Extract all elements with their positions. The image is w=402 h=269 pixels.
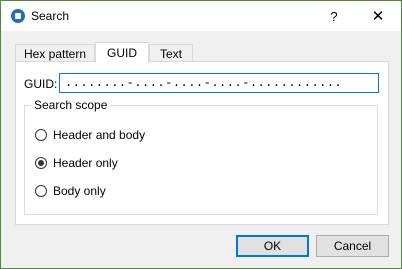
radio-label: Body only [53, 184, 106, 198]
tab-text[interactable]: Text [149, 44, 193, 62]
search-scope-title: Search scope [31, 98, 111, 112]
app-icon [11, 9, 25, 23]
radio-button[interactable] [35, 185, 47, 197]
close-button[interactable]: ✕ [355, 1, 401, 31]
tab-hex-pattern[interactable]: Hex pattern [15, 44, 95, 62]
radio-label: Header and body [53, 128, 146, 142]
help-button[interactable]: ? [311, 1, 357, 31]
guid-input[interactable]: ........-....-....-....-............ [59, 73, 379, 93]
guid-panel: GUID: ........-....-....-....-..........… [15, 61, 389, 225]
radio-button[interactable] [35, 157, 47, 169]
radio-label: Header only [53, 156, 118, 170]
search-dialog: Search ? ✕ Hex pattern GUID Text GUID: .… [0, 0, 402, 269]
radio-header-only[interactable]: Header only [35, 156, 118, 170]
radio-header-and-body[interactable]: Header and body [35, 128, 145, 142]
tab-guid[interactable]: GUID [95, 42, 149, 63]
radio-body-only[interactable]: Body only [35, 184, 106, 198]
title-bar: Search ? ✕ [1, 1, 401, 31]
radio-button[interactable] [35, 129, 47, 141]
cancel-button[interactable]: Cancel [316, 235, 389, 257]
search-scope-group: Search scope Header and body Header only… [24, 98, 378, 215]
ok-button[interactable]: OK [236, 235, 309, 257]
help-icon: ? [330, 8, 338, 24]
guid-label: GUID: [24, 77, 58, 91]
window-title: Search [31, 9, 70, 23]
close-icon: ✕ [371, 8, 385, 25]
